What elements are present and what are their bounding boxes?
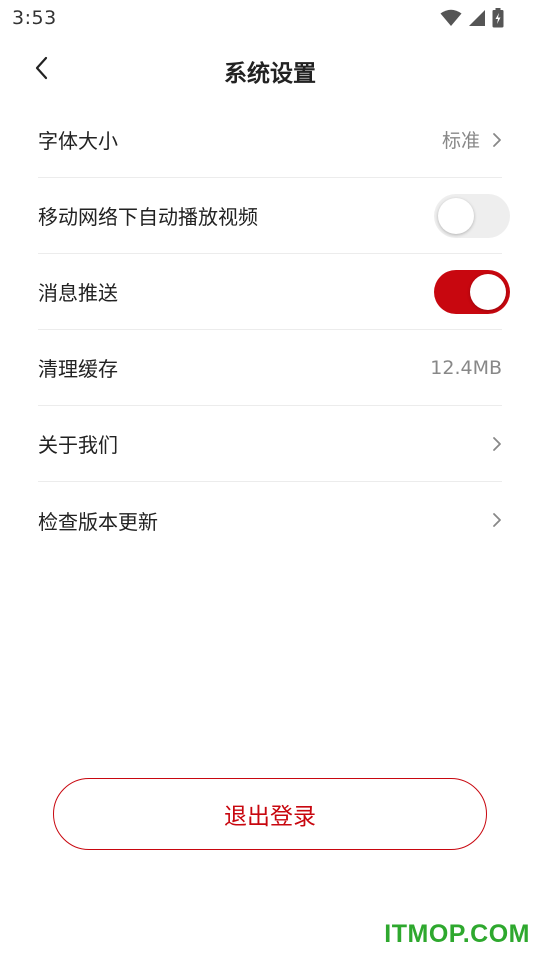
wifi-icon <box>440 9 462 27</box>
status-time: 3:53 <box>12 7 57 29</box>
setting-font-size[interactable]: 字体大小 标准 <box>38 102 502 178</box>
site-watermark: ITMOP.COM <box>384 920 530 948</box>
autoplay-video-toggle[interactable] <box>434 193 510 238</box>
chevron-right-icon <box>492 132 502 148</box>
setting-clear-cache[interactable]: 清理缓存 12.4MB <box>38 330 502 406</box>
page-title: 系统设置 <box>224 61 316 87</box>
setting-check-update[interactable]: 检查版本更新 <box>38 482 502 558</box>
chevron-right-icon <box>492 436 502 452</box>
setting-push-notifications-label: 消息推送 <box>38 281 118 305</box>
settings-list: 字体大小 标准 移动网络下自动播放视频 消息推送 清理缓存 12.4MB 关于我… <box>38 102 510 558</box>
setting-about-us-label: 关于我们 <box>38 433 118 457</box>
cellular-signal-icon <box>468 9 486 27</box>
push-notifications-toggle[interactable] <box>434 269 510 314</box>
setting-font-size-label: 字体大小 <box>38 129 118 153</box>
status-bar: 3:53 <box>0 0 540 36</box>
settings-screen: 3:53 系统设置 字体大小 标准 移动网络下自动播放视频 消息推送 清理缓存 … <box>0 0 540 960</box>
setting-font-size-right: 标准 <box>442 126 502 153</box>
battery-charging-icon <box>492 8 504 28</box>
setting-push-notifications: 消息推送 <box>38 254 510 330</box>
setting-clear-cache-label: 清理缓存 <box>38 357 118 381</box>
setting-font-size-value: 标准 <box>441 130 480 152</box>
status-icons <box>440 8 504 28</box>
cache-size-value: 12.4MB <box>430 356 502 379</box>
chevron-right-icon <box>492 512 502 528</box>
setting-about-us[interactable]: 关于我们 <box>38 406 502 482</box>
setting-autoplay-video: 移动网络下自动播放视频 <box>38 178 510 254</box>
setting-autoplay-video-label: 移动网络下自动播放视频 <box>38 205 258 229</box>
setting-check-update-label: 检查版本更新 <box>38 509 158 534</box>
toggle-knob <box>438 197 474 234</box>
toggle-knob <box>470 273 506 310</box>
header: 系统设置 <box>0 44 540 100</box>
logout-button[interactable]: 退出登录 <box>53 778 487 850</box>
